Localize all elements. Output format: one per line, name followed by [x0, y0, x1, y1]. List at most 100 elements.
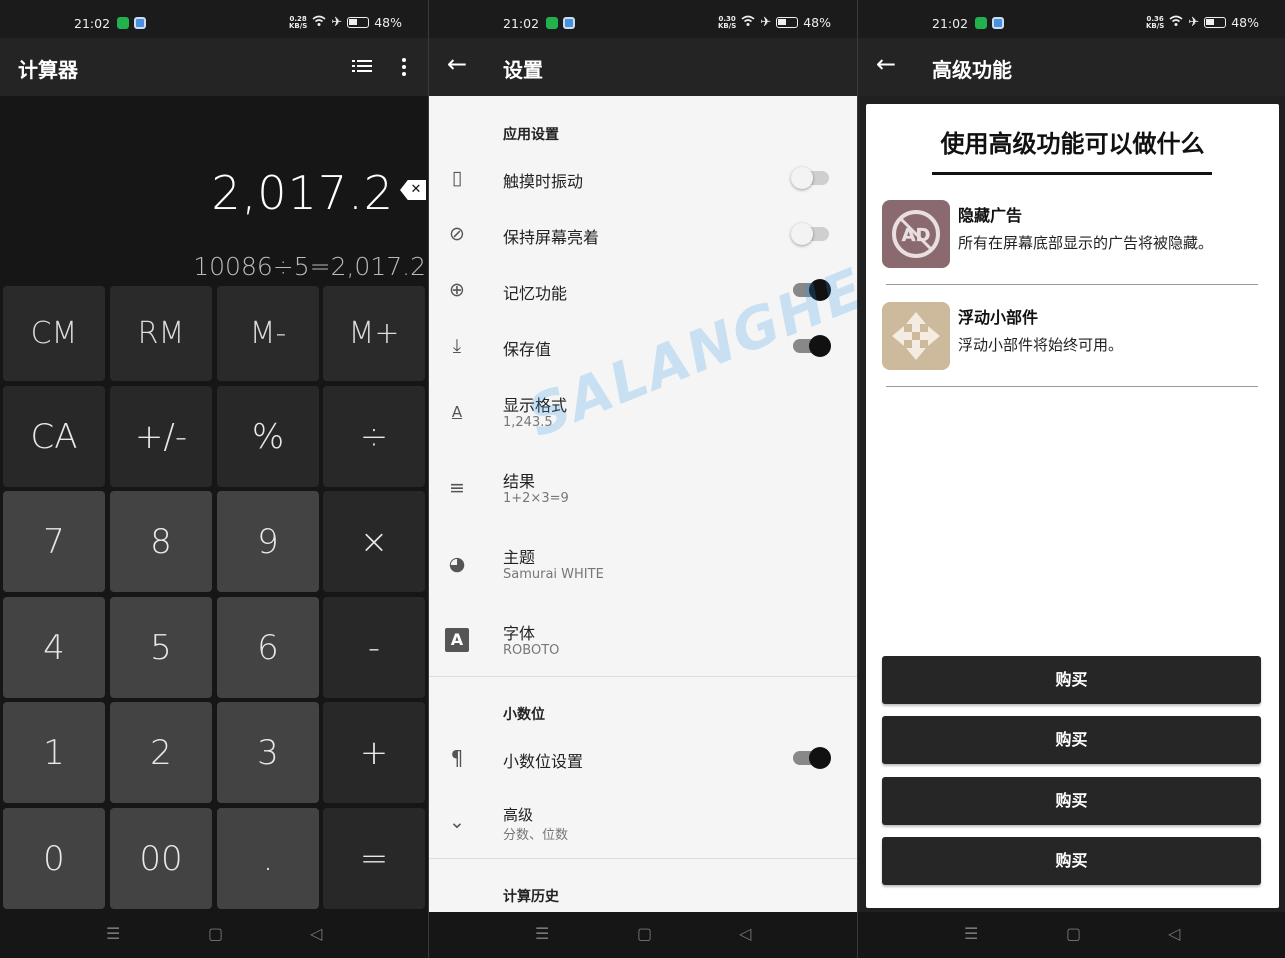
wrap-text-icon: ≡ [449, 477, 465, 499]
divider [429, 676, 857, 677]
network-speed: 0.28 KB/S [288, 14, 308, 30]
key-memory-plus-button[interactable]: M+ [323, 286, 425, 381]
key-2-button[interactable]: 2 [110, 702, 212, 803]
key-minus-button[interactable]: - [323, 597, 425, 698]
network-speed: 0.30 KB/S [717, 14, 737, 30]
key-7-button[interactable]: 7 [3, 491, 105, 592]
key-3-button[interactable]: 3 [217, 702, 319, 803]
key-clear-all-button[interactable]: CA [3, 386, 105, 487]
toggle-switch[interactable] [793, 335, 831, 357]
buy-button[interactable]: 购买 [882, 837, 1261, 885]
divider [886, 386, 1258, 387]
key-4-button[interactable]: 4 [3, 597, 105, 698]
toggle-switch[interactable] [793, 747, 831, 769]
toggle-switch[interactable] [791, 167, 829, 189]
setting-theme[interactable]: ◕ 主题 Samurai WHITE [429, 536, 857, 598]
settings-screen: 21:02 0.30 KB/S ✈ 48% ← 设置 应用设置 ▯ 触摸时振动 ⊘ 保持… [429, 0, 857, 958]
section-header-app-settings: 应用设置 [503, 127, 559, 143]
key-double-zero-button[interactable]: 00 [110, 808, 212, 909]
toggle-switch[interactable] [791, 223, 829, 245]
feature-title: 隐藏广告 [958, 206, 1023, 225]
setting-sublabel: 1+2×3=9 [503, 491, 569, 506]
wifi-icon [741, 15, 755, 30]
home-nav-icon[interactable]: ▢ [1066, 924, 1081, 943]
advanced-app-bar: ← 高级功能 [858, 38, 1285, 96]
divider [429, 858, 857, 859]
shield-app-icon [117, 17, 129, 29]
wifi-icon [1169, 15, 1183, 30]
back-nav-icon[interactable]: ◁ [1168, 924, 1180, 943]
battery-percent: 48% [374, 15, 402, 30]
key-memory-recall-button[interactable]: RM [110, 286, 212, 381]
toggle-switch[interactable] [793, 279, 831, 301]
backspace-icon[interactable]: ✕ [400, 180, 426, 200]
add-circle-icon: ⊕ [449, 279, 465, 301]
menu-nav-icon[interactable]: ☰ [964, 924, 978, 943]
setting-label: 显示格式 [503, 396, 568, 415]
expression-display: 10086÷5=2,017.2 [193, 252, 426, 281]
key-6-button[interactable]: 6 [217, 597, 319, 698]
no-ads-icon: AD [882, 200, 950, 268]
result-display: 2,017.2 [211, 166, 394, 220]
screen-off-icon: ⊘ [449, 223, 465, 245]
wifi-icon [312, 15, 326, 30]
home-nav-icon[interactable]: ▢ [637, 924, 652, 943]
key-memory-minus-button[interactable]: M- [217, 286, 319, 381]
key-0-button[interactable]: 0 [3, 808, 105, 909]
key-8-button[interactable]: 8 [110, 491, 212, 592]
key-divide-button[interactable]: ÷ [323, 386, 425, 487]
navigation-bar: ☰ ▢ ◁ [0, 912, 428, 958]
palette-icon: ◕ [448, 553, 466, 575]
key-memory-clear-button[interactable]: CM [3, 286, 105, 381]
setting-result[interactable]: ≡ 结果 1+2×3=9 [429, 460, 857, 522]
setting-advanced[interactable]: ⌄ 高级 分数、位数 [429, 796, 857, 850]
more-vert-icon[interactable] [400, 57, 408, 81]
paragraph-icon: ¶ [450, 746, 464, 770]
key-multiply-button[interactable]: × [323, 491, 425, 592]
airplane-icon: ✈ [1188, 15, 1200, 30]
setting-label: 触摸时振动 [503, 172, 584, 191]
setting-display-format[interactable]: A 显示格式 1,243.5 [429, 384, 857, 446]
setting-sublabel: Samurai WHITE [503, 567, 604, 582]
network-speed: 0.36 KB/S [1145, 14, 1165, 30]
setting-label: 小数位设置 [503, 752, 584, 771]
back-arrow-icon[interactable]: ← [876, 50, 896, 78]
menu-nav-icon[interactable]: ☰ [106, 924, 120, 943]
settings-app-bar: ← 设置 [429, 38, 857, 96]
setting-decimal-places[interactable]: ¶ 小数位设置 [429, 734, 857, 782]
setting-save-value[interactable]: ⤓ 保存值 [429, 322, 857, 370]
setting-font[interactable]: A 字体 ROBOTO [429, 612, 857, 674]
list-icon[interactable] [352, 58, 372, 78]
setting-memory-function[interactable]: ⊕ 记忆功能 [429, 266, 857, 314]
key-plus-button[interactable]: + [323, 702, 425, 803]
key-sign-toggle-button[interactable]: +/- [110, 386, 212, 487]
setting-keep-screen-on[interactable]: ⊘ 保持屏幕亮着 [429, 210, 857, 258]
back-nav-icon[interactable]: ◁ [739, 924, 751, 943]
chat-app-icon [563, 17, 575, 29]
page-title: 设置 [503, 58, 543, 82]
battery-percent: 48% [1231, 15, 1259, 30]
back-arrow-icon[interactable]: ← [447, 50, 467, 78]
buy-button[interactable]: 购买 [882, 777, 1261, 825]
setting-label: 结果 [503, 472, 536, 491]
key-1-button[interactable]: 1 [3, 702, 105, 803]
key-9-button[interactable]: 9 [217, 491, 319, 592]
back-nav-icon[interactable]: ◁ [310, 924, 322, 943]
menu-nav-icon[interactable]: ☰ [535, 924, 549, 943]
key-decimal-point-button[interactable]: . [217, 808, 319, 909]
battery-percent: 48% [803, 15, 831, 30]
key-equals-button[interactable]: = [323, 808, 425, 909]
section-header-history: 计算历史 [503, 889, 559, 905]
home-nav-icon[interactable]: ▢ [208, 924, 223, 943]
key-5-button[interactable]: 5 [110, 597, 212, 698]
buy-button[interactable]: 购买 [882, 716, 1261, 764]
setting-vibrate-on-touch[interactable]: ▯ 触摸时振动 [429, 154, 857, 202]
status-time: 21:02 [74, 16, 111, 31]
feature-title: 浮动小部件 [958, 308, 1039, 327]
battery-icon [1204, 17, 1227, 28]
page-title: 计算器 [18, 58, 78, 82]
buy-button[interactable]: 购买 [882, 656, 1261, 704]
key-percent-button[interactable]: % [217, 386, 319, 487]
setting-label: 记忆功能 [503, 284, 568, 303]
airplane-icon: ✈ [331, 15, 343, 30]
